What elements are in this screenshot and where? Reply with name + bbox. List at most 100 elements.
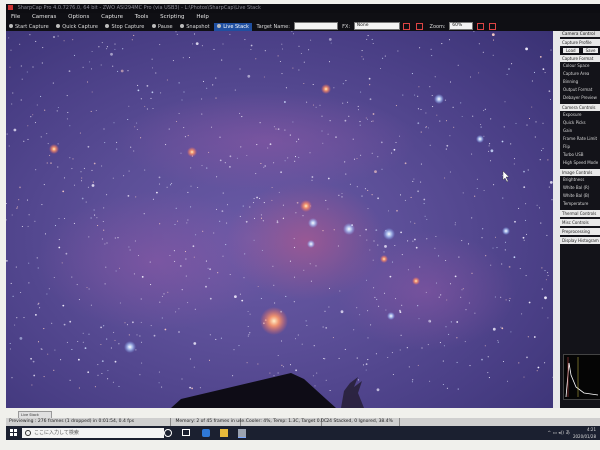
star bbox=[114, 360, 117, 363]
star bbox=[234, 295, 237, 298]
system-tray[interactable]: ^ ▭ ◂)) あ bbox=[547, 430, 570, 436]
taskbar-search-box[interactable]: ここに入力して検索 bbox=[22, 428, 164, 438]
star bbox=[415, 246, 418, 249]
section-thermal-controls[interactable]: Thermal Controls bbox=[560, 210, 600, 217]
star bbox=[21, 225, 23, 228]
star bbox=[449, 283, 452, 285]
star bbox=[106, 242, 108, 244]
windows-start-icon[interactable] bbox=[10, 429, 18, 437]
star bbox=[476, 178, 478, 180]
menu-cameras[interactable]: Cameras bbox=[27, 13, 61, 22]
star bbox=[91, 169, 93, 171]
star bbox=[189, 386, 192, 389]
star bbox=[135, 349, 137, 351]
section-preprocessing[interactable]: Preprocessing bbox=[560, 228, 600, 235]
zoom-select[interactable]: 60% bbox=[449, 22, 474, 30]
star bbox=[426, 238, 428, 240]
star bbox=[139, 374, 141, 376]
star bbox=[128, 105, 130, 107]
edge-browser-icon[interactable] bbox=[202, 429, 210, 437]
star bbox=[207, 267, 209, 269]
star bbox=[285, 87, 287, 89]
focus-assist-icon[interactable] bbox=[415, 22, 423, 30]
star bbox=[149, 261, 151, 263]
section-camera-controls[interactable]: Camera Controls bbox=[560, 104, 600, 111]
star bbox=[222, 255, 224, 257]
task-view-icon[interactable] bbox=[182, 429, 190, 436]
star bbox=[420, 181, 422, 183]
star bbox=[73, 222, 75, 224]
target-name-input[interactable] bbox=[293, 22, 338, 30]
star bbox=[233, 349, 235, 351]
star bbox=[309, 152, 311, 154]
star bbox=[454, 222, 456, 224]
star bbox=[360, 154, 362, 156]
star bbox=[328, 287, 331, 289]
star bbox=[357, 379, 360, 381]
star bbox=[36, 257, 38, 259]
menu-file[interactable]: File bbox=[6, 13, 25, 22]
star bbox=[46, 293, 48, 295]
star bbox=[303, 82, 305, 85]
star bbox=[508, 68, 510, 70]
save-profile-button[interactable]: Save bbox=[582, 48, 599, 53]
star bbox=[205, 285, 207, 288]
star bbox=[46, 133, 48, 135]
cortana-icon[interactable] bbox=[164, 429, 172, 437]
fx-select[interactable]: None bbox=[353, 22, 400, 30]
live-image-view[interactable] bbox=[6, 31, 553, 408]
section-display-histogram[interactable]: Display Histogram bbox=[560, 237, 600, 244]
histogram-display[interactable] bbox=[563, 354, 600, 400]
star bbox=[260, 162, 262, 165]
menu-tools[interactable]: Tools bbox=[130, 13, 154, 22]
row-output-format: Output Format bbox=[563, 87, 593, 92]
bright-star bbox=[307, 240, 315, 248]
section-capture-profile[interactable]: Capture Profile bbox=[560, 39, 600, 46]
star bbox=[366, 38, 368, 40]
star bbox=[43, 184, 45, 186]
star bbox=[276, 221, 279, 224]
zoom-in-icon[interactable] bbox=[476, 22, 484, 30]
star bbox=[440, 294, 442, 296]
image-vertical-scrollbar[interactable] bbox=[553, 31, 560, 408]
menu-help[interactable]: Help bbox=[191, 13, 214, 22]
row-binning: Binning bbox=[563, 79, 579, 84]
star bbox=[356, 357, 358, 359]
star bbox=[502, 197, 504, 199]
star bbox=[62, 304, 65, 307]
file-explorer-icon[interactable] bbox=[220, 429, 228, 437]
star bbox=[431, 94, 433, 97]
star bbox=[65, 252, 68, 255]
star bbox=[396, 209, 398, 212]
star bbox=[526, 124, 528, 126]
menu-capture[interactable]: Capture bbox=[96, 13, 128, 22]
search-icon bbox=[25, 430, 31, 436]
menu-options[interactable]: Options bbox=[63, 13, 94, 22]
star bbox=[264, 165, 267, 167]
star bbox=[490, 118, 492, 120]
reticle-toggle-icon[interactable] bbox=[403, 22, 411, 30]
load-profile-button[interactable]: Load bbox=[563, 48, 579, 53]
star bbox=[144, 105, 146, 107]
star bbox=[105, 266, 107, 268]
star bbox=[81, 177, 83, 179]
star bbox=[372, 113, 375, 115]
star bbox=[193, 256, 195, 258]
star bbox=[376, 388, 380, 392]
star bbox=[395, 141, 397, 144]
taskbar-clock[interactable]: 4:21 2020/01/28 bbox=[573, 426, 596, 440]
menu-scripting[interactable]: Scripting bbox=[155, 13, 189, 22]
section-capture-format[interactable]: Capture Format bbox=[560, 55, 600, 62]
sharpcap-taskbar-icon[interactable] bbox=[238, 429, 246, 438]
star bbox=[178, 331, 180, 333]
star bbox=[213, 232, 215, 234]
star bbox=[473, 31, 475, 33]
star bbox=[152, 107, 154, 110]
star bbox=[110, 347, 112, 349]
zoom-out-icon[interactable] bbox=[489, 22, 497, 30]
section-image-controls[interactable]: Image Controls bbox=[560, 169, 600, 176]
section-misc-controls[interactable]: Misc Controls bbox=[560, 219, 600, 226]
star bbox=[219, 159, 222, 162]
star bbox=[262, 220, 264, 222]
star bbox=[169, 254, 171, 257]
